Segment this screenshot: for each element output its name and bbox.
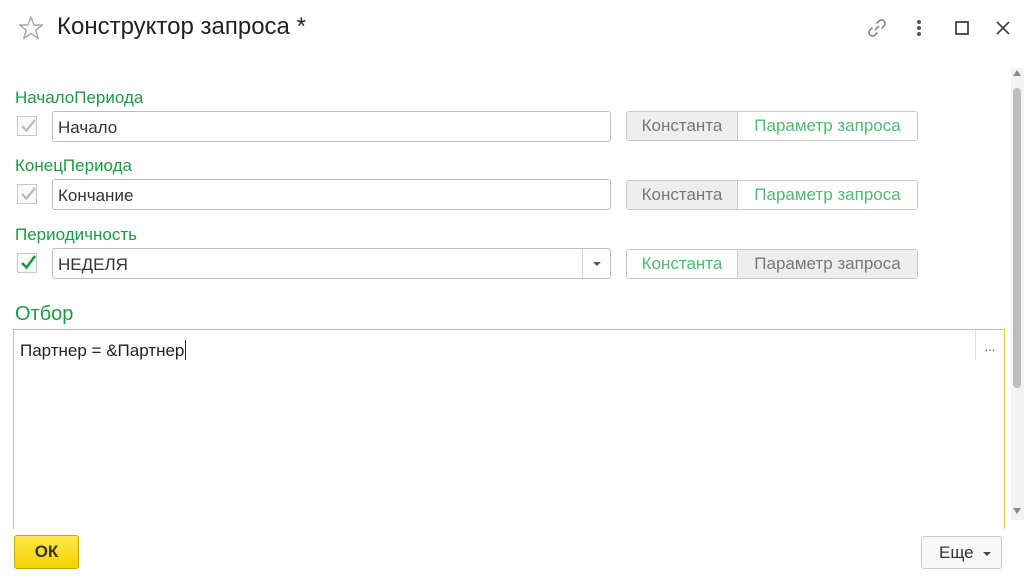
filter-text-area[interactable]: Партнер = &Партнер ... xyxy=(13,329,1005,529)
window-header: Конструктор запроса * xyxy=(0,0,1024,56)
more-button[interactable]: Еще xyxy=(921,536,1002,569)
constant-option[interactable]: Константа xyxy=(627,112,737,140)
period-start-input[interactable]: Начало xyxy=(52,111,611,142)
scrollbar-thumb[interactable] xyxy=(1013,88,1021,388)
filter-text: Партнер = &Партнер xyxy=(20,340,187,360)
chevron-down-icon xyxy=(983,552,991,556)
maximize-icon[interactable] xyxy=(948,14,976,42)
scroll-down-arrow-icon[interactable] xyxy=(1013,508,1021,514)
filter-select-button[interactable]: ... xyxy=(975,330,1004,360)
period-end-checkbox[interactable] xyxy=(17,184,37,204)
window-title: Конструктор запроса * xyxy=(57,13,306,40)
constant-option[interactable]: Константа xyxy=(627,181,737,209)
scroll-up-arrow-icon[interactable] xyxy=(1013,70,1021,76)
filter-section-title: Отбор xyxy=(15,303,74,325)
checkmark-icon xyxy=(21,187,36,201)
period-end-input[interactable]: Кончание xyxy=(52,179,611,210)
query-parameter-option[interactable]: Параметр запроса xyxy=(737,250,917,278)
periodicity-mode-toggle: Константа Параметр запроса xyxy=(626,249,918,279)
vertical-scrollbar[interactable] xyxy=(1011,68,1024,520)
link-icon[interactable] xyxy=(863,14,891,42)
close-icon[interactable] xyxy=(989,14,1017,42)
constant-option[interactable]: Константа xyxy=(627,250,737,278)
period-start-checkbox[interactable] xyxy=(17,116,37,136)
periodicity-value: НЕДЕЛЯ xyxy=(58,255,128,274)
periodicity-select[interactable]: НЕДЕЛЯ xyxy=(52,248,611,279)
more-button-label: Еще xyxy=(939,542,974,562)
period-start-mode-toggle: Константа Параметр запроса xyxy=(626,111,918,141)
chevron-down-icon[interactable] xyxy=(582,249,610,278)
checkmark-icon xyxy=(21,255,37,270)
favorite-star-icon[interactable] xyxy=(18,15,44,41)
ok-button[interactable]: ОК xyxy=(14,535,79,569)
query-parameter-option[interactable]: Параметр запроса xyxy=(737,181,917,209)
text-cursor xyxy=(185,340,187,360)
field-label-periodicity: Периодичность xyxy=(15,225,137,244)
field-label-period-end: КонецПериода xyxy=(15,156,133,175)
checkmark-icon xyxy=(21,119,36,133)
more-actions-icon[interactable] xyxy=(905,14,933,42)
field-label-period-start: НачалоПериода xyxy=(15,88,144,107)
query-parameter-option[interactable]: Параметр запроса xyxy=(737,112,917,140)
period-end-mode-toggle: Константа Параметр запроса xyxy=(626,180,918,210)
periodicity-checkbox[interactable] xyxy=(17,253,37,273)
